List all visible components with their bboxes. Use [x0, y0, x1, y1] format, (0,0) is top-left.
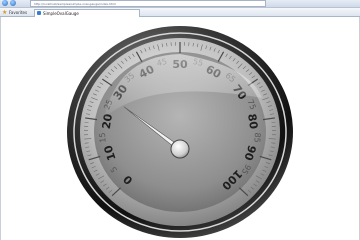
forward-icon[interactable]	[10, 0, 16, 6]
page-icon	[37, 11, 41, 15]
major-tick-label: 80	[245, 113, 260, 130]
minor-tick-label: 85	[252, 132, 262, 143]
needle-hub	[170, 139, 190, 159]
frame-left	[0, 17, 1, 240]
minor-tick-label: 15	[98, 132, 108, 143]
star-icon[interactable]: ★	[2, 9, 7, 16]
browser-window: http://localhost/samples/simple-oval-gau…	[0, 0, 360, 240]
tab-simple-oval-gauge[interactable]: SimpleOvalGauge	[34, 9, 140, 17]
favorites-bar: ★ Favorites SimpleOvalGauge	[0, 8, 360, 17]
oval-gauge: 0102030405060708090100515253545556575859…	[67, 26, 293, 238]
tab-label: SimpleOvalGauge	[43, 11, 79, 16]
favorites-label[interactable]: Favorites	[9, 10, 27, 15]
address-bar: http://localhost/samples/simple-oval-gau…	[0, 0, 360, 8]
page-content: 0102030405060708090100515253545556575859…	[0, 18, 360, 240]
back-icon[interactable]	[2, 0, 8, 6]
address-input[interactable]: http://localhost/samples/simple-oval-gau…	[30, 0, 266, 7]
